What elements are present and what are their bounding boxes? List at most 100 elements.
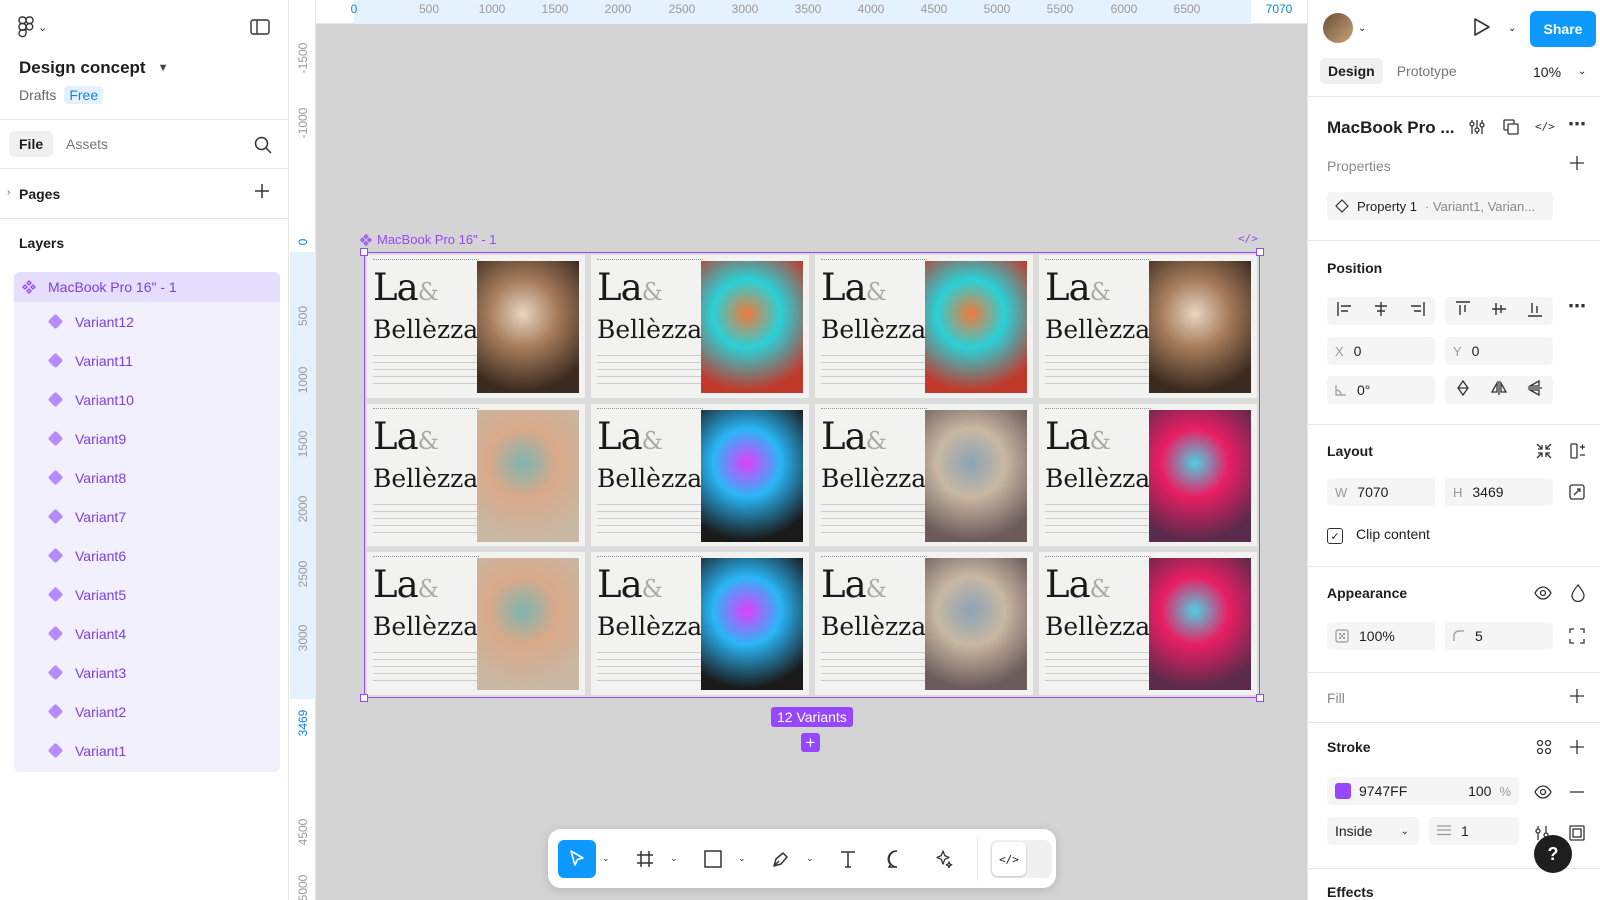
y-field[interactable]: Y 0 [1445,337,1553,365]
variant-card[interactable]: La& Bellèzza [815,255,1033,398]
variant-card[interactable]: La& Bellèzza [591,552,809,695]
add-variant-button[interactable]: + [801,733,820,752]
instance-button[interactable] [1502,118,1520,136]
pages-section[interactable]: › Pages [0,169,288,219]
rotation-field[interactable]: 0° [1327,376,1435,404]
resize-handle[interactable] [1256,248,1264,256]
align-top-icon[interactable] [1456,300,1470,322]
layer-item-root[interactable]: MacBook Pro 16" - 1 [14,272,280,302]
layer-item[interactable]: Variant8 [14,458,280,497]
resize-handle[interactable] [360,248,368,256]
independent-corners-button[interactable] [1569,628,1585,644]
constrain-proportions-button[interactable] [1569,484,1585,500]
shape-tool-button[interactable] [694,840,732,878]
chevron-down-icon[interactable]: ⌄ [1508,23,1516,34]
corner-radius-field[interactable]: 5 [1445,622,1553,650]
rotate-icon[interactable] [1455,379,1471,401]
blend-mode-button[interactable] [1571,584,1585,602]
variant-card[interactable]: La& Bellèzza [591,255,809,398]
add-property-button[interactable] [1570,156,1584,170]
variant-card[interactable]: La& Bellèzza [815,403,1033,547]
tab-file[interactable]: File [9,131,54,157]
align-bottom-icon[interactable] [1528,301,1542,322]
layer-item[interactable]: Variant6 [14,536,280,575]
chevron-down-icon[interactable]: ⌄ [602,853,610,864]
width-field[interactable]: W 7070 [1327,478,1435,506]
avatar[interactable] [1323,13,1353,43]
variant-card[interactable]: La& Bellèzza [367,255,585,398]
variant-card[interactable]: La& Bellèzza [367,552,585,695]
more-icon[interactable]: ⋯ [1568,296,1586,317]
variant-card[interactable]: La& Bellèzza [1039,255,1257,398]
remove-stroke-button[interactable] [1570,791,1584,793]
comment-tool-button[interactable] [878,840,916,878]
chevron-down-icon[interactable]: ⌄ [1358,23,1366,34]
variant-card[interactable]: La& Bellèzza [367,403,585,547]
chevron-down-icon[interactable]: ⌄ [738,853,746,864]
text-tool-button[interactable] [829,840,867,878]
variant-card[interactable]: La& Bellèzza [591,403,809,547]
layer-item[interactable]: Variant4 [14,614,280,653]
add-page-button[interactable] [254,183,270,204]
code-icon[interactable]: </> [1535,120,1555,133]
help-button[interactable]: ? [1534,835,1572,873]
component-name[interactable]: MacBook Pro ... [1327,118,1455,138]
share-button[interactable]: Share [1530,11,1596,47]
frame-tool-button[interactable] [626,840,664,878]
visibility-toggle[interactable] [1534,586,1552,600]
layer-item[interactable]: Variant1 [14,731,280,770]
resize-handle[interactable] [360,694,368,702]
stroke-styles-button[interactable] [1536,739,1552,755]
property-pill[interactable]: Property 1 · Variant1, Varian... [1327,192,1553,220]
stroke-color-field[interactable]: 9747FF 100 % [1327,777,1519,805]
search-button[interactable] [254,136,272,159]
auto-layout-button[interactable] [1570,443,1586,459]
tab-prototype[interactable]: Prototype [1389,58,1465,84]
pen-tool-button[interactable] [762,840,800,878]
chevron-down-icon[interactable]: ⌄ [1578,66,1586,77]
x-field[interactable]: X 0 [1327,337,1435,365]
stroke-color-swatch[interactable] [1335,783,1351,799]
chevron-down-icon[interactable]: ⌄ [670,853,678,864]
individual-strokes-button[interactable] [1569,825,1585,841]
tab-design[interactable]: Design [1320,58,1383,84]
file-location[interactable]: Drafts [19,87,56,103]
file-title[interactable]: Design concept ▼ [19,58,168,78]
resize-handle[interactable] [1256,694,1264,702]
align-right-icon[interactable] [1409,301,1425,321]
component-settings-button[interactable] [1468,118,1486,136]
chevron-down-icon[interactable]: ⌄ [806,853,814,864]
layer-item[interactable]: Variant3 [14,653,280,692]
actions-tool-button[interactable] [925,840,963,878]
component-set-frame[interactable]: La& Bellèzza La& Bellèzza La& Bellèzza La& Bell… [360,248,1264,702]
plan-badge[interactable]: Free [64,86,104,104]
zoom-level[interactable]: 10% [1533,64,1561,80]
frame-label[interactable]: MacBook Pro 16" - 1 [360,232,497,247]
variant-card[interactable]: La& Bellèzza [815,552,1033,695]
layer-item[interactable]: Variant10 [14,380,280,419]
move-tool-button[interactable] [558,840,596,878]
clip-content-checkbox[interactable]: ✓ [1327,528,1343,544]
present-button[interactable] [1473,17,1491,42]
tab-assets[interactable]: Assets [56,131,118,157]
layer-item[interactable]: Variant7 [14,497,280,536]
flip-horizontal-icon[interactable] [1490,379,1508,401]
flip-vertical-icon[interactable] [1527,379,1543,401]
main-menu-button[interactable]: ⌄ [18,16,47,38]
layer-item[interactable]: Variant9 [14,419,280,458]
layer-item[interactable]: Variant2 [14,692,280,731]
more-icon[interactable]: ⋯ [1568,114,1586,135]
add-stroke-button[interactable] [1570,740,1584,754]
stroke-visibility-toggle[interactable] [1534,785,1552,799]
stroke-weight-field[interactable]: 1 [1429,817,1519,845]
align-middle-icon[interactable] [1492,301,1506,322]
add-fill-button[interactable] [1570,689,1584,703]
align-center-icon[interactable] [1373,301,1389,321]
dev-mode-toggle[interactable]: </> [990,840,1052,878]
height-field[interactable]: H 3469 [1445,478,1553,506]
shrink-button[interactable] [1536,443,1552,459]
code-icon[interactable]: </> [1238,232,1258,245]
align-left-icon[interactable] [1337,301,1353,321]
layer-item[interactable]: Variant12 [14,302,280,341]
layer-item[interactable]: Variant11 [14,341,280,380]
